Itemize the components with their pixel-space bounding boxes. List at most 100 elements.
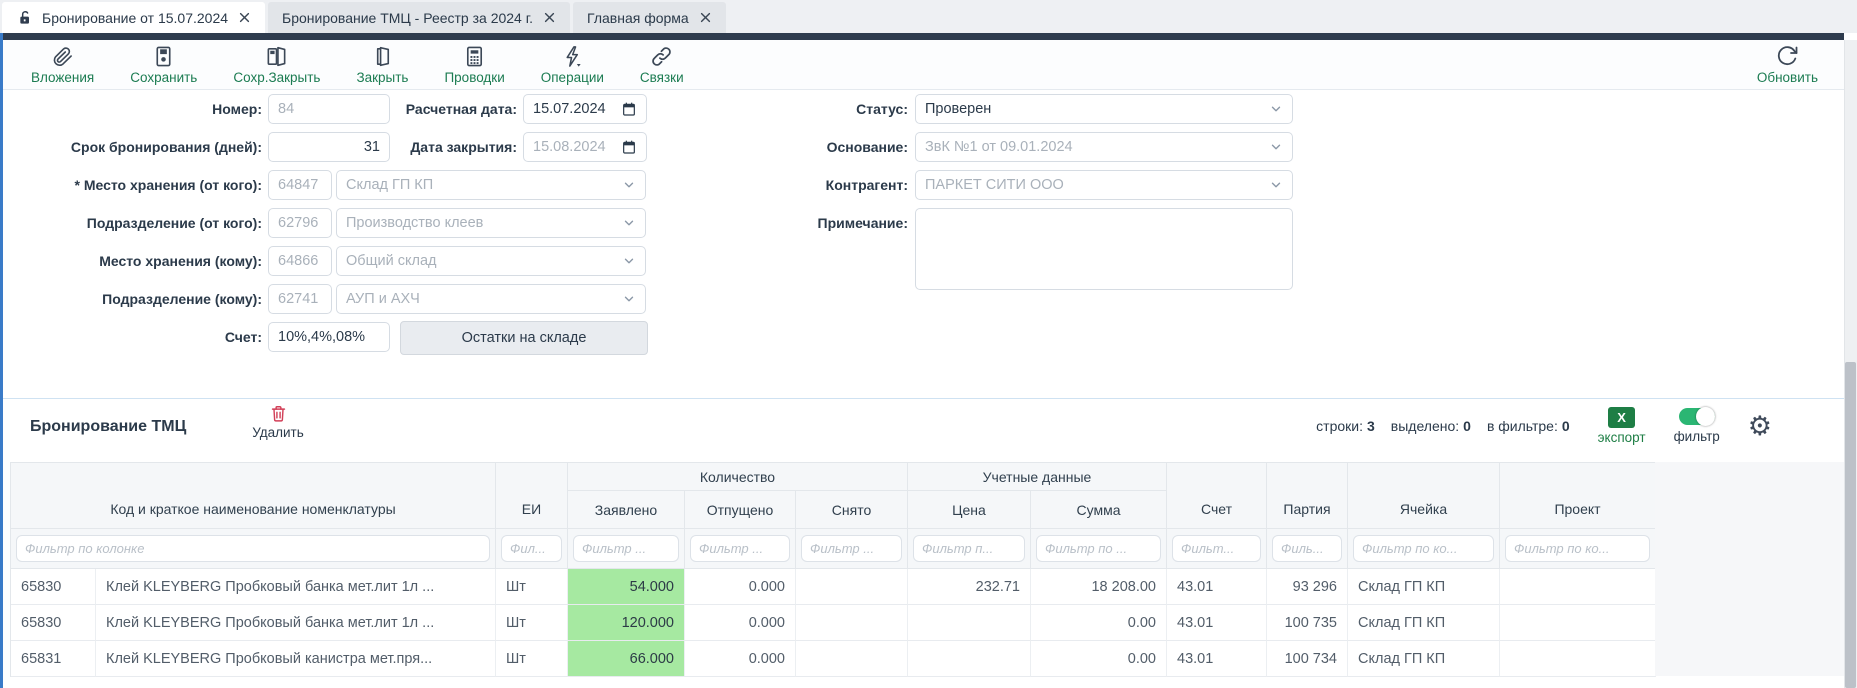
filter-toggle[interactable] [1679, 408, 1715, 425]
storage-from-select[interactable]: Склад ГП КП [336, 170, 646, 200]
cell-code[interactable]: 65830 [11, 605, 96, 641]
cell-removed[interactable] [796, 605, 908, 641]
cell-requested[interactable]: 66.000 [568, 641, 685, 677]
filter-input-price[interactable] [913, 535, 1025, 562]
filter-input-unit[interactable] [501, 535, 562, 562]
chevron-down-icon[interactable] [622, 292, 636, 306]
export-excel-button[interactable]: X экспорт [1598, 407, 1646, 445]
cell-account[interactable]: 43.01 [1167, 641, 1267, 677]
col-header-nomenclature[interactable]: Код и краткое наименование номенклатуры [11, 463, 496, 529]
cell-name[interactable]: Клей KLEYBERG Пробковый банка мет.лит 1л… [96, 605, 496, 641]
filter-input-project[interactable] [1505, 535, 1650, 562]
chevron-down-icon[interactable] [1269, 178, 1283, 192]
calc-date-input[interactable]: 15.07.2024 [523, 94, 647, 124]
col-header-project[interactable]: Проект [1500, 463, 1656, 529]
account-input[interactable] [268, 322, 390, 352]
counterparty-select[interactable]: ПАРКЕТ СИТИ ООО [915, 170, 1293, 200]
cell-code[interactable]: 65831 [11, 641, 96, 677]
tab-main-form[interactable]: Главная форма [573, 2, 726, 33]
col-header-requested[interactable]: Заявлено [568, 491, 685, 529]
close-icon[interactable] [238, 11, 251, 24]
filter-input-released[interactable] [690, 535, 790, 562]
chevron-down-icon[interactable] [622, 216, 636, 230]
division-to-select[interactable]: АУП и АХЧ [336, 284, 646, 314]
cell-requested[interactable]: 120.000 [568, 605, 685, 641]
col-header-account[interactable]: Счет [1167, 463, 1267, 529]
basis-select[interactable]: ЗвК №1 от 09.01.2024 [915, 132, 1293, 162]
col-header-batch[interactable]: Партия [1267, 463, 1348, 529]
cell-batch[interactable]: 100 734 [1267, 641, 1348, 677]
save-button[interactable]: Сохранить [130, 45, 197, 85]
filter-input-removed[interactable] [801, 535, 902, 562]
cell-sum[interactable]: 0.00 [1031, 641, 1167, 677]
cell-removed[interactable] [796, 569, 908, 605]
col-header-removed[interactable]: Снято [796, 491, 908, 529]
cell-cell[interactable]: Склад ГП КП [1348, 641, 1500, 677]
status-select[interactable]: Проверен [915, 94, 1293, 124]
cell-unit[interactable]: Шт [496, 605, 568, 641]
cell-name[interactable]: Клей KLEYBERG Пробковый банка мет.лит 1л… [96, 569, 496, 605]
note-textarea[interactable] [915, 208, 1293, 290]
delete-row-button[interactable]: Удалить [238, 404, 318, 440]
chevron-down-icon[interactable] [1269, 102, 1283, 116]
storage-to-code[interactable] [268, 246, 332, 276]
filter-input-account[interactable] [1172, 535, 1261, 562]
cell-sum[interactable]: 18 208.00 [1031, 569, 1167, 605]
division-from-select[interactable]: Производство клеев [336, 208, 646, 238]
cell-name[interactable]: Клей KLEYBERG Пробковый канистра мет.пря… [96, 641, 496, 677]
stock-balance-button[interactable]: Остатки на складе [400, 321, 648, 355]
cell-account[interactable]: 43.01 [1167, 569, 1267, 605]
chevron-down-icon[interactable] [622, 254, 636, 268]
refresh-button[interactable]: Обновить [1757, 44, 1818, 85]
reserve-days-input[interactable] [268, 132, 390, 162]
filter-input-batch[interactable] [1272, 535, 1342, 562]
save-close-button[interactable]: Сохр.Закрыть [233, 45, 320, 85]
cell-released[interactable]: 0.000 [685, 605, 796, 641]
cell-batch[interactable]: 100 735 [1267, 605, 1348, 641]
cell-unit[interactable]: Шт [496, 641, 568, 677]
number-input[interactable] [268, 94, 390, 124]
cell-cell[interactable]: Склад ГП КП [1348, 569, 1500, 605]
division-from-code[interactable] [268, 208, 332, 238]
chevron-down-icon[interactable] [1269, 140, 1283, 154]
operations-button[interactable]: Операции [541, 45, 604, 85]
cell-project[interactable] [1500, 641, 1656, 677]
links-button[interactable]: Связки [640, 45, 684, 85]
chevron-down-icon[interactable] [622, 178, 636, 192]
cell-requested[interactable]: 54.000 [568, 569, 685, 605]
cell-price[interactable] [908, 605, 1031, 641]
calendar-icon[interactable] [621, 139, 637, 155]
postings-button[interactable]: Проводки [444, 45, 504, 85]
close-document-button[interactable]: Закрыть [356, 45, 408, 85]
cell-unit[interactable]: Шт [496, 569, 568, 605]
close-icon[interactable] [543, 11, 556, 24]
cell-code[interactable]: 65830 [11, 569, 96, 605]
cell-project[interactable] [1500, 569, 1656, 605]
cell-released[interactable]: 0.000 [685, 641, 796, 677]
cell-removed[interactable] [796, 641, 908, 677]
filter-toggle-control[interactable]: фильтр [1674, 408, 1720, 444]
cell-released[interactable]: 0.000 [685, 569, 796, 605]
cell-sum[interactable]: 0.00 [1031, 605, 1167, 641]
close-icon[interactable] [699, 11, 712, 24]
attachments-button[interactable]: Вложения [31, 45, 94, 85]
cell-project[interactable] [1500, 605, 1656, 641]
col-header-sum[interactable]: Сумма [1031, 491, 1167, 529]
cell-cell[interactable]: Склад ГП КП [1348, 605, 1500, 641]
storage-to-select[interactable]: Общий склад [336, 246, 646, 276]
col-header-unit[interactable]: ЕИ [496, 463, 568, 529]
cell-price[interactable]: 232.71 [908, 569, 1031, 605]
cell-batch[interactable]: 93 296 [1267, 569, 1348, 605]
filter-input-cell[interactable] [1353, 535, 1494, 562]
cell-price[interactable] [908, 641, 1031, 677]
col-header-price[interactable]: Цена [908, 491, 1031, 529]
filter-input-requested[interactable] [573, 535, 679, 562]
filter-input-nomenclature[interactable] [16, 535, 490, 562]
close-date-input[interactable]: 15.08.2024 [523, 132, 647, 162]
filter-input-sum[interactable] [1036, 535, 1161, 562]
cell-account[interactable]: 43.01 [1167, 605, 1267, 641]
scrollbar-thumb[interactable] [1845, 362, 1856, 688]
gear-icon[interactable]: ⚙ [1748, 413, 1772, 440]
tab-document[interactable]: Бронирование от 15.07.2024 [2, 2, 265, 33]
division-to-code[interactable] [268, 284, 332, 314]
